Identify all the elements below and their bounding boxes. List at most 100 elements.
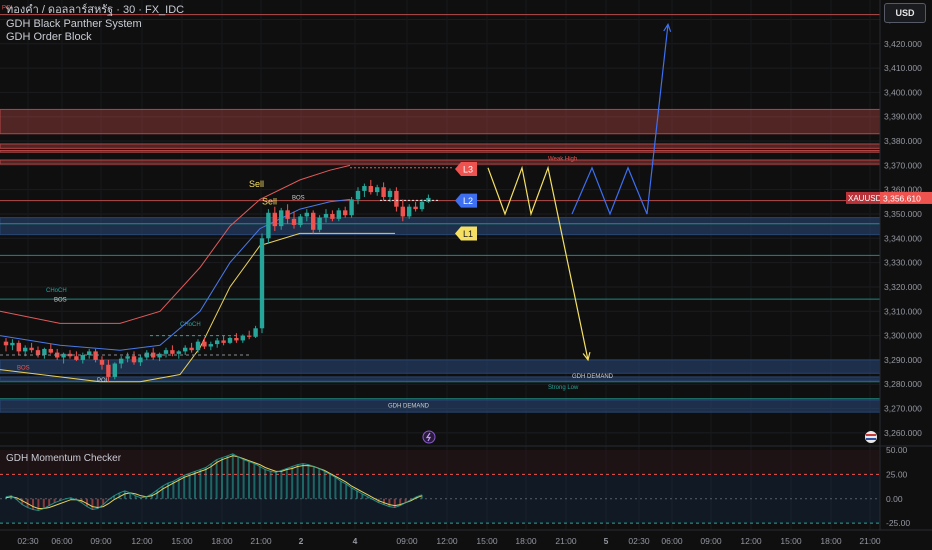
candle	[272, 212, 277, 227]
candle	[125, 356, 130, 359]
candle	[387, 190, 393, 197]
candle	[279, 210, 284, 227]
currency-button[interactable]: USD	[884, 3, 926, 23]
candle	[183, 347, 188, 352]
candle	[375, 187, 380, 193]
symbol-label: XAUUSD	[848, 194, 882, 203]
level-badge-label: L2	[463, 196, 473, 206]
candle	[80, 355, 85, 360]
trading-chart[interactable]: POICHoCHBOSCHoCHBOSPOISellSell BOSWeak Hi…	[0, 0, 932, 550]
price-tick-label: 3,270.000	[884, 404, 922, 414]
time-tick-label: 18:00	[211, 536, 233, 546]
candle	[99, 359, 105, 365]
candle	[29, 347, 34, 351]
time-tick-label: 15:00	[780, 536, 802, 546]
time-tick-label: 15:00	[476, 536, 498, 546]
candle	[131, 356, 137, 363]
candle	[23, 347, 28, 352]
time-tick-label: 4	[353, 536, 358, 546]
price-tick-label: 3,400.000	[884, 87, 922, 97]
flag-icon-stripe	[866, 438, 876, 440]
chart-annotation: GDH DEMAND	[388, 403, 430, 409]
time-tick-label: 09:00	[396, 536, 418, 546]
time-tick-label: 21:00	[250, 536, 272, 546]
candle	[16, 342, 21, 352]
candle	[330, 213, 335, 219]
order-block-zone	[0, 150, 881, 153]
order-block-zone	[0, 108, 881, 135]
momentum-overbought-zone	[0, 449, 880, 475]
price-tick-label: 3,410.000	[884, 63, 922, 73]
price-tick-label: 3,340.000	[884, 233, 922, 243]
candle	[3, 341, 9, 346]
time-tick-label: 21:00	[859, 536, 881, 546]
time-tick-label: 15:00	[171, 536, 193, 546]
time-tick-label: 09:00	[90, 536, 112, 546]
order-block-zone	[0, 159, 881, 165]
candle	[323, 213, 329, 218]
time-tick-label: 12:00	[436, 536, 458, 546]
time-tick-label: 21:00	[555, 536, 577, 546]
time-tick-label: 02:30	[628, 536, 650, 546]
current-price-label: 3,356.610	[883, 193, 921, 203]
candle	[304, 212, 309, 217]
candle	[298, 216, 303, 225]
candle	[368, 186, 373, 193]
candle	[10, 342, 15, 346]
candle	[311, 212, 316, 230]
candle	[291, 218, 297, 225]
time-tick-label: 18:00	[515, 536, 537, 546]
chart-annotation: Sell	[249, 179, 264, 189]
chart-annotation: BOS	[17, 366, 30, 372]
order-block-zone	[0, 143, 881, 149]
chart-annotation: Weak High	[548, 156, 577, 162]
price-tick-label: 3,320.000	[884, 282, 922, 292]
candle	[42, 348, 47, 356]
candle	[407, 206, 412, 217]
candle	[355, 190, 361, 200]
price-tick-label: 3,390.000	[884, 112, 922, 122]
candle	[253, 328, 258, 337]
candle	[285, 210, 290, 219]
time-tick-label: 2	[299, 536, 304, 546]
price-tick-label: 3,350.000	[884, 209, 922, 219]
indicator-order-block-label[interactable]: GDH Order Block	[6, 31, 92, 44]
candle	[87, 351, 92, 356]
price-tick-label: 3,330.000	[884, 258, 922, 268]
candle	[74, 356, 79, 360]
price-tick-label: 3,280.000	[884, 379, 922, 389]
time-tick-label: 06:00	[51, 536, 73, 546]
momentum-tick-label: -25.00	[886, 518, 910, 528]
momentum-tick-label: 50.00	[886, 445, 908, 455]
candle	[35, 350, 41, 356]
candle	[176, 351, 181, 354]
candle	[93, 351, 98, 360]
symbol-title: ทองคำ / ดอลลาร์สหรัฐ · 30 · FX_IDC	[6, 4, 185, 16]
price-tick-label: 3,310.000	[884, 306, 922, 316]
chart-annotation: BOS	[292, 195, 305, 201]
candle	[343, 210, 348, 216]
price-tick-label: 3,260.000	[884, 428, 922, 438]
price-tick-label: 3,380.000	[884, 136, 922, 146]
order-block-zone	[0, 217, 881, 236]
candle	[234, 338, 239, 341]
chart-annotation: CHoCH	[46, 288, 67, 294]
time-tick-label: 09:00	[700, 536, 722, 546]
order-block-zone	[0, 376, 881, 381]
chart-annotation: GDH DEMAND	[572, 374, 614, 380]
price-tick-label: 3,370.000	[884, 160, 922, 170]
momentum-tick-label: 25.00	[886, 469, 908, 479]
chart-annotation: Sell	[262, 196, 277, 206]
time-tick-label: 12:00	[740, 536, 762, 546]
indicator-black-panther-label[interactable]: GDH Black Panther System	[6, 18, 142, 31]
candle	[419, 201, 425, 210]
momentum-indicator-title[interactable]: GDH Momentum Checker	[6, 453, 121, 464]
time-tick-label: 18:00	[820, 536, 842, 546]
candle	[215, 340, 220, 345]
candle	[227, 338, 233, 343]
candle	[221, 340, 226, 343]
level-badge-label: L1	[463, 229, 473, 239]
flag-icon-stripe	[866, 434, 876, 436]
candle	[336, 210, 341, 219]
candle	[138, 357, 143, 363]
